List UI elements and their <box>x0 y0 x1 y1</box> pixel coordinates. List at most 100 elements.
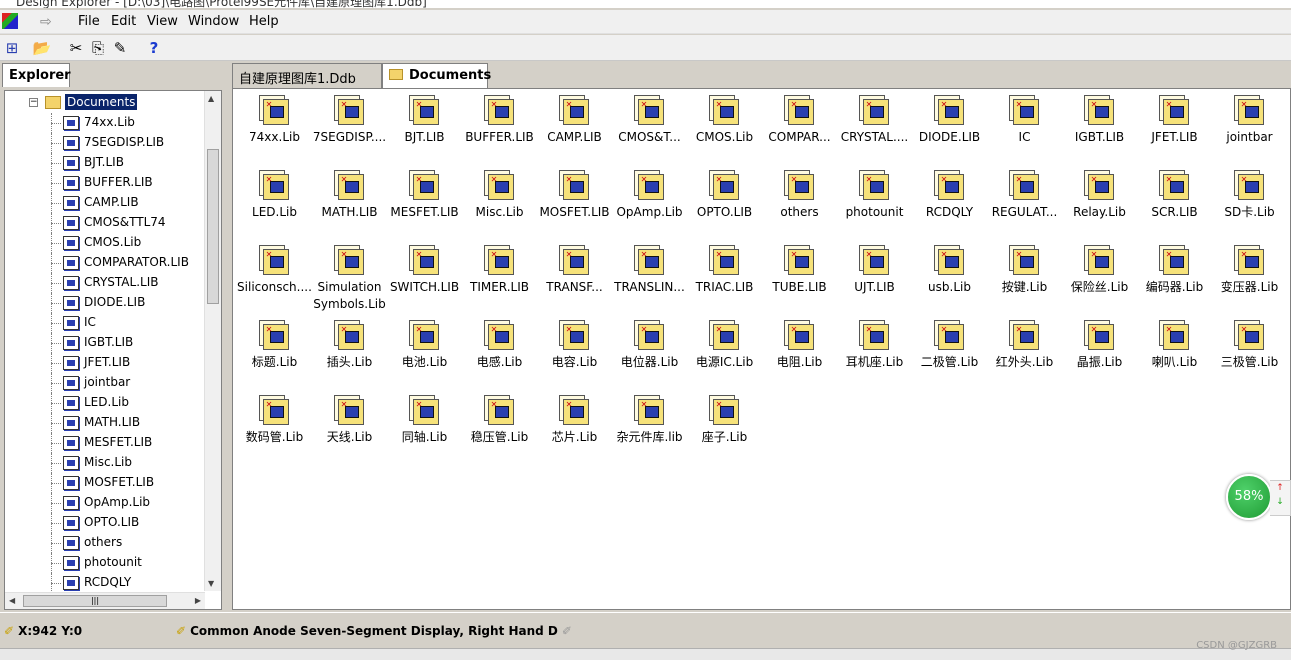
file-icon-item[interactable]: ✕ 红外头.Lib <box>987 318 1062 393</box>
tree-item[interactable]: CMOS.Lib <box>5 233 205 253</box>
menu-help[interactable]: Help <box>249 14 279 29</box>
file-icon-item[interactable]: ✕ 标题.Lib <box>237 318 312 393</box>
tree-item[interactable]: RCDQLY <box>5 573 205 593</box>
file-icon-item[interactable]: ✕ CAMP.LIB <box>537 93 612 168</box>
tree-item[interactable]: BUFFER.LIB <box>5 173 205 193</box>
file-icon-item[interactable]: ✕ TRANSF... <box>537 243 612 318</box>
file-icon-item[interactable]: ✕ COMPAR... <box>762 93 837 168</box>
tree-item[interactable]: COMPARATOR.LIB <box>5 253 205 273</box>
scroll-thumb[interactable] <box>207 149 219 304</box>
file-icon-item[interactable]: ✕ 稳压管.Lib <box>462 393 537 468</box>
file-icon-item[interactable]: ✕ UJT.LIB <box>837 243 912 318</box>
menu-view[interactable]: View <box>147 14 178 29</box>
file-icon-item[interactable]: ✕ 天线.Lib <box>312 393 387 468</box>
file-icon-item[interactable]: ✕ TUBE.LIB <box>762 243 837 318</box>
file-icon-item[interactable]: ✕ jointbar <box>1212 93 1287 168</box>
file-icon-item[interactable]: ✕ 电感.Lib <box>462 318 537 393</box>
file-icon-item[interactable]: ✕ photounit <box>837 168 912 243</box>
app-icon[interactable] <box>2 13 18 29</box>
file-icon-item[interactable]: ✕ 耳机座.Lib <box>837 318 912 393</box>
scroll-down-icon[interactable]: ▼ <box>208 579 214 588</box>
explorer-tree[interactable]: − Documents 74xx.Lib 7SEGDISP.LIB BJT.LIB B… <box>4 90 222 610</box>
file-icon-item[interactable]: ✕ 74xx.Lib <box>237 93 312 168</box>
file-icon-item[interactable]: ✕ 电池.Lib <box>387 318 462 393</box>
back-arrow-icon[interactable]: ⇨ <box>40 15 64 29</box>
tree-item[interactable]: MATH.LIB <box>5 413 205 433</box>
memory-gauge[interactable]: 58% <box>1226 474 1272 520</box>
tree-item[interactable]: CRYSTAL.LIB <box>5 273 205 293</box>
tree-item[interactable]: DIODE.LIB <box>5 293 205 313</box>
tree-item[interactable]: OpAmp.Lib <box>5 493 205 513</box>
help-icon[interactable]: ? <box>144 38 164 58</box>
menu-file[interactable]: File <box>78 14 100 29</box>
menu-window[interactable]: Window <box>188 14 239 29</box>
file-icon-item[interactable]: ✕ 喇叭.Lib <box>1137 318 1212 393</box>
file-icon-item[interactable]: ✕ 二极管.Lib <box>912 318 987 393</box>
tree-item[interactable]: jointbar <box>5 373 205 393</box>
tree-item[interactable]: others <box>5 533 205 553</box>
file-icon-item[interactable]: ✕ 按键.Lib <box>987 243 1062 318</box>
tree-item[interactable]: CAMP.LIB <box>5 193 205 213</box>
file-icon-item[interactable]: ✕ REGULAT... <box>987 168 1062 243</box>
file-icon-item[interactable]: ✕ SCR.LIB <box>1137 168 1212 243</box>
file-icon-item[interactable]: ✕ 编码器.Lib <box>1137 243 1212 318</box>
tree-item[interactable]: LED.Lib <box>5 393 205 413</box>
tree-item[interactable]: MESFET.LIB <box>5 433 205 453</box>
cut-icon[interactable]: ✂ <box>66 38 86 58</box>
file-icon-item[interactable]: ✕ Relay.Lib <box>1062 168 1137 243</box>
hscroll-thumb[interactable]: ||| <box>23 595 167 607</box>
file-icon-item[interactable]: ✕ CRYSTAL.... <box>837 93 912 168</box>
file-icon-item[interactable]: ✕ BUFFER.LIB <box>462 93 537 168</box>
file-icon-item[interactable]: ✕ SWITCH.LIB <box>387 243 462 318</box>
file-icon-item[interactable]: ✕ 电源IC.Lib <box>687 318 762 393</box>
file-icon-item[interactable]: ✕ OpAmp.Lib <box>612 168 687 243</box>
tree-item[interactable]: OPTO.LIB <box>5 513 205 533</box>
tree-item[interactable]: IC <box>5 313 205 333</box>
file-icon-item[interactable]: ✕ CMOS&T... <box>612 93 687 168</box>
file-icon-item[interactable]: ✕ 芯片.Lib <box>537 393 612 468</box>
menu-edit[interactable]: Edit <box>111 14 136 29</box>
file-icon-item[interactable]: ✕ OPTO.LIB <box>687 168 762 243</box>
file-icon-item[interactable]: ✕ RCDQLY <box>912 168 987 243</box>
file-icon-item[interactable]: ✕ 三极管.Lib <box>1212 318 1287 393</box>
file-icon-item[interactable]: ✕ LED.Lib <box>237 168 312 243</box>
open-folder-icon[interactable]: 📂 <box>32 38 52 58</box>
file-icon-item[interactable]: ✕ IGBT.LIB <box>1062 93 1137 168</box>
scroll-up-icon[interactable]: ▲ <box>208 94 214 103</box>
file-icon-item[interactable]: ✕ others <box>762 168 837 243</box>
tree-item[interactable]: Misc.Lib <box>5 453 205 473</box>
collapse-icon[interactable]: − <box>29 98 38 107</box>
file-icon-item[interactable]: ✕ Simulation Symbols.Lib <box>312 243 387 318</box>
explorer-tab[interactable]: Explorer <box>2 63 71 87</box>
tree-item[interactable]: MOSFET.LIB <box>5 473 205 493</box>
file-icon-item[interactable]: ✕ MOSFET.LIB <box>537 168 612 243</box>
file-icon-item[interactable]: ✕ 保险丝.Lib <box>1062 243 1137 318</box>
tree-view-icon[interactable]: ⊞ <box>2 38 22 58</box>
copy-icon[interactable]: ⎘ <box>88 38 108 58</box>
tree-vertical-scrollbar[interactable]: ▲ ▼ <box>204 91 221 591</box>
tree-horizontal-scrollbar[interactable]: ◀ ||| ▶ <box>5 592 205 609</box>
file-icon-item[interactable]: ✕ DIODE.LIB <box>912 93 987 168</box>
tree-item[interactable]: 74xx.Lib <box>5 113 205 133</box>
file-icon-item[interactable]: ✕ BJT.LIB <box>387 93 462 168</box>
file-icon-item[interactable]: ✕ TRANSLIN... <box>612 243 687 318</box>
tab-ddb[interactable]: 自建原理图库1.Ddb <box>232 63 382 88</box>
file-icon-item[interactable]: ✕ SD卡.Lib <box>1212 168 1287 243</box>
tree-item[interactable]: photounit <box>5 553 205 573</box>
file-icon-item[interactable]: ✕ 电位器.Lib <box>612 318 687 393</box>
tree-item[interactable]: CMOS&TTL74 <box>5 213 205 233</box>
file-icon-item[interactable]: ✕ JFET.LIB <box>1137 93 1212 168</box>
tab-documents[interactable]: Documents <box>382 63 491 88</box>
tree-item[interactable]: IGBT.LIB <box>5 333 205 353</box>
file-icon-item[interactable]: ✕ 电阻.Lib <box>762 318 837 393</box>
file-icon-item[interactable]: ✕ MATH.LIB <box>312 168 387 243</box>
file-icon-item[interactable]: ✕ Misc.Lib <box>462 168 537 243</box>
file-icon-item[interactable]: ✕ 晶振.Lib <box>1062 318 1137 393</box>
tree-item[interactable]: 7SEGDISP.LIB <box>5 133 205 153</box>
file-icon-item[interactable]: ✕ Siliconsch.... <box>237 243 312 318</box>
file-icon-item[interactable]: ✕ IC <box>987 93 1062 168</box>
file-icon-item[interactable]: ✕ 杂元件库.lib <box>612 393 687 468</box>
paste-icon[interactable]: ✎ <box>110 38 130 58</box>
file-icon-item[interactable]: ✕ 插头.Lib <box>312 318 387 393</box>
file-icon-item[interactable]: ✕ 座子.Lib <box>687 393 762 468</box>
